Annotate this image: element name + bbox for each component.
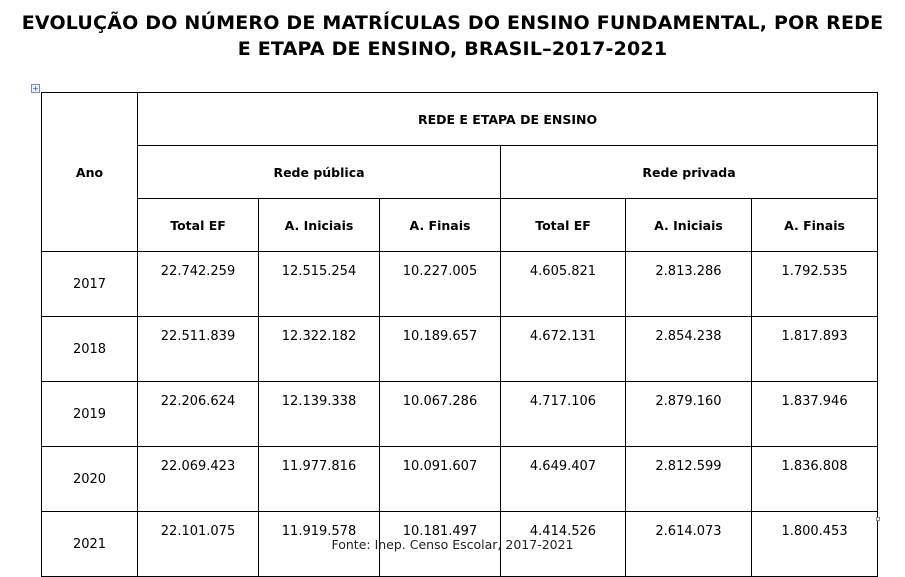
data-cell: 2.812.599 [625,446,752,512]
table-resize-handle[interactable] [876,517,880,521]
data-cell: 12.515.254 [258,251,380,317]
data-cell: 22.511.839 [137,316,259,382]
data-cell: 1.792.535 [750,251,879,317]
table-row: 2017 22.742.259 12.515.254 10.227.005 4.… [41,251,879,317]
table-move-handle-icon[interactable]: + [31,84,40,93]
data-cell: 11.977.816 [258,446,380,512]
data-cell: 1.837.946 [750,381,879,447]
data-cell: 10.227.005 [379,251,501,317]
private-total-ef-header: Total EF [500,198,626,252]
year-cell: 2017 [41,251,138,317]
data-cell: 10.189.657 [379,316,501,382]
year-column-header: Ano [41,92,138,252]
private-initial-years-header: A. Iniciais [625,198,752,252]
data-cell: 10.091.607 [379,446,501,512]
public-initial-years-header: A. Iniciais [258,198,380,252]
year-cell: 2019 [41,381,138,447]
data-cell: 22.069.423 [137,446,259,512]
data-cell: 2.813.286 [625,251,752,317]
data-cell: 4.672.131 [500,316,626,382]
public-total-ef-header: Total EF [137,198,259,252]
year-cell: 2020 [41,446,138,512]
data-cell: 2.854.238 [625,316,752,382]
data-cell: 12.322.182 [258,316,380,382]
data-cell: 2.879.160 [625,381,752,447]
public-network-header: Rede pública [137,145,501,199]
data-cell: 1.817.893 [750,316,879,382]
data-cell: 12.139.338 [258,381,380,447]
table-row: 2018 22.511.839 12.322.182 10.189.657 4.… [41,316,879,382]
year-cell: 2018 [41,316,138,382]
data-cell: 4.649.407 [500,446,626,512]
data-cell: 22.742.259 [137,251,259,317]
data-cell: 4.605.821 [500,251,626,317]
data-cell: 22.206.624 [137,381,259,447]
data-cell: 4.717.106 [500,381,626,447]
data-cell: 10.067.286 [379,381,501,447]
private-network-header: Rede privada [499,145,879,199]
public-final-years-header: A. Finais [379,198,501,252]
network-stage-group-header: REDE E ETAPA DE ENSINO [136,92,879,146]
source-note: Fonte: Inep. Censo Escolar, 2017-2021 [331,537,574,552]
private-final-years-header: A. Finais [750,198,879,252]
table-row: 2020 22.069.423 11.977.816 10.091.607 4.… [41,446,879,512]
data-cell: 1.836.808 [750,446,879,512]
enrollment-table: Ano REDE E ETAPA DE ENSINO Rede pública … [41,92,879,577]
document-title: EVOLUÇÃO DO NÚMERO DE MATRÍCULAS DO ENSI… [21,12,884,60]
table-row: 2019 22.206.624 12.139.338 10.067.286 4.… [41,381,879,447]
